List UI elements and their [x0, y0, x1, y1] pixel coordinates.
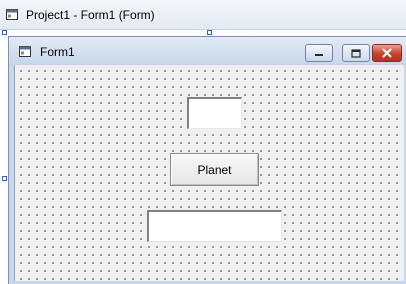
designer-titlebar[interactable]: Project1 - Form1 (Form)	[0, 0, 406, 30]
form-design-surface[interactable]: Planet	[14, 65, 404, 281]
maximize-button[interactable]	[342, 44, 370, 62]
resize-handle-top-left[interactable]	[2, 30, 7, 35]
designer-title: Project1 - Form1 (Form)	[26, 8, 155, 22]
planet-button[interactable]: Planet	[170, 153, 259, 186]
form-window[interactable]: Form1 Planet	[8, 36, 406, 284]
minimize-button[interactable]	[305, 44, 333, 62]
form-title: Form1	[40, 45, 75, 59]
form-window-icon	[6, 9, 18, 20]
form-window-icon	[19, 46, 31, 57]
bottom-textbox[interactable]	[147, 210, 282, 242]
top-textbox[interactable]	[187, 97, 242, 129]
maximize-icon	[351, 48, 361, 58]
close-icon	[382, 48, 392, 58]
resize-handle-left[interactable]	[2, 176, 7, 181]
close-button[interactable]	[372, 44, 402, 62]
minimize-icon	[315, 54, 323, 56]
resize-handle-top[interactable]	[207, 30, 212, 35]
form-titlebar[interactable]: Form1	[9, 37, 406, 65]
form-designer-window: Project1 - Form1 (Form) Form1 Planet	[0, 0, 406, 284]
